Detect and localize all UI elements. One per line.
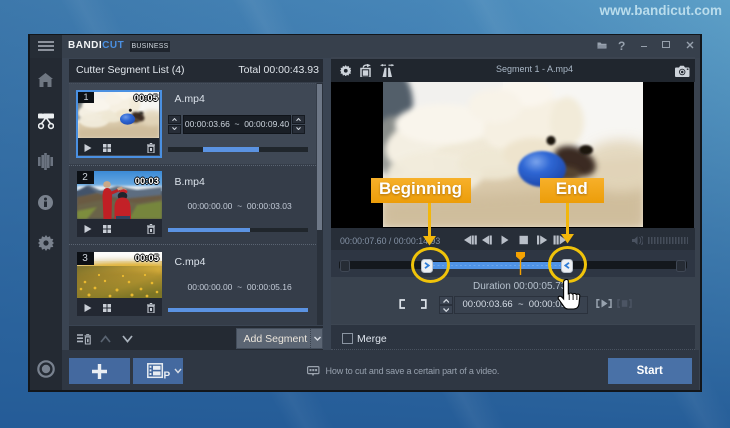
svg-text:P: P [164,370,171,380]
